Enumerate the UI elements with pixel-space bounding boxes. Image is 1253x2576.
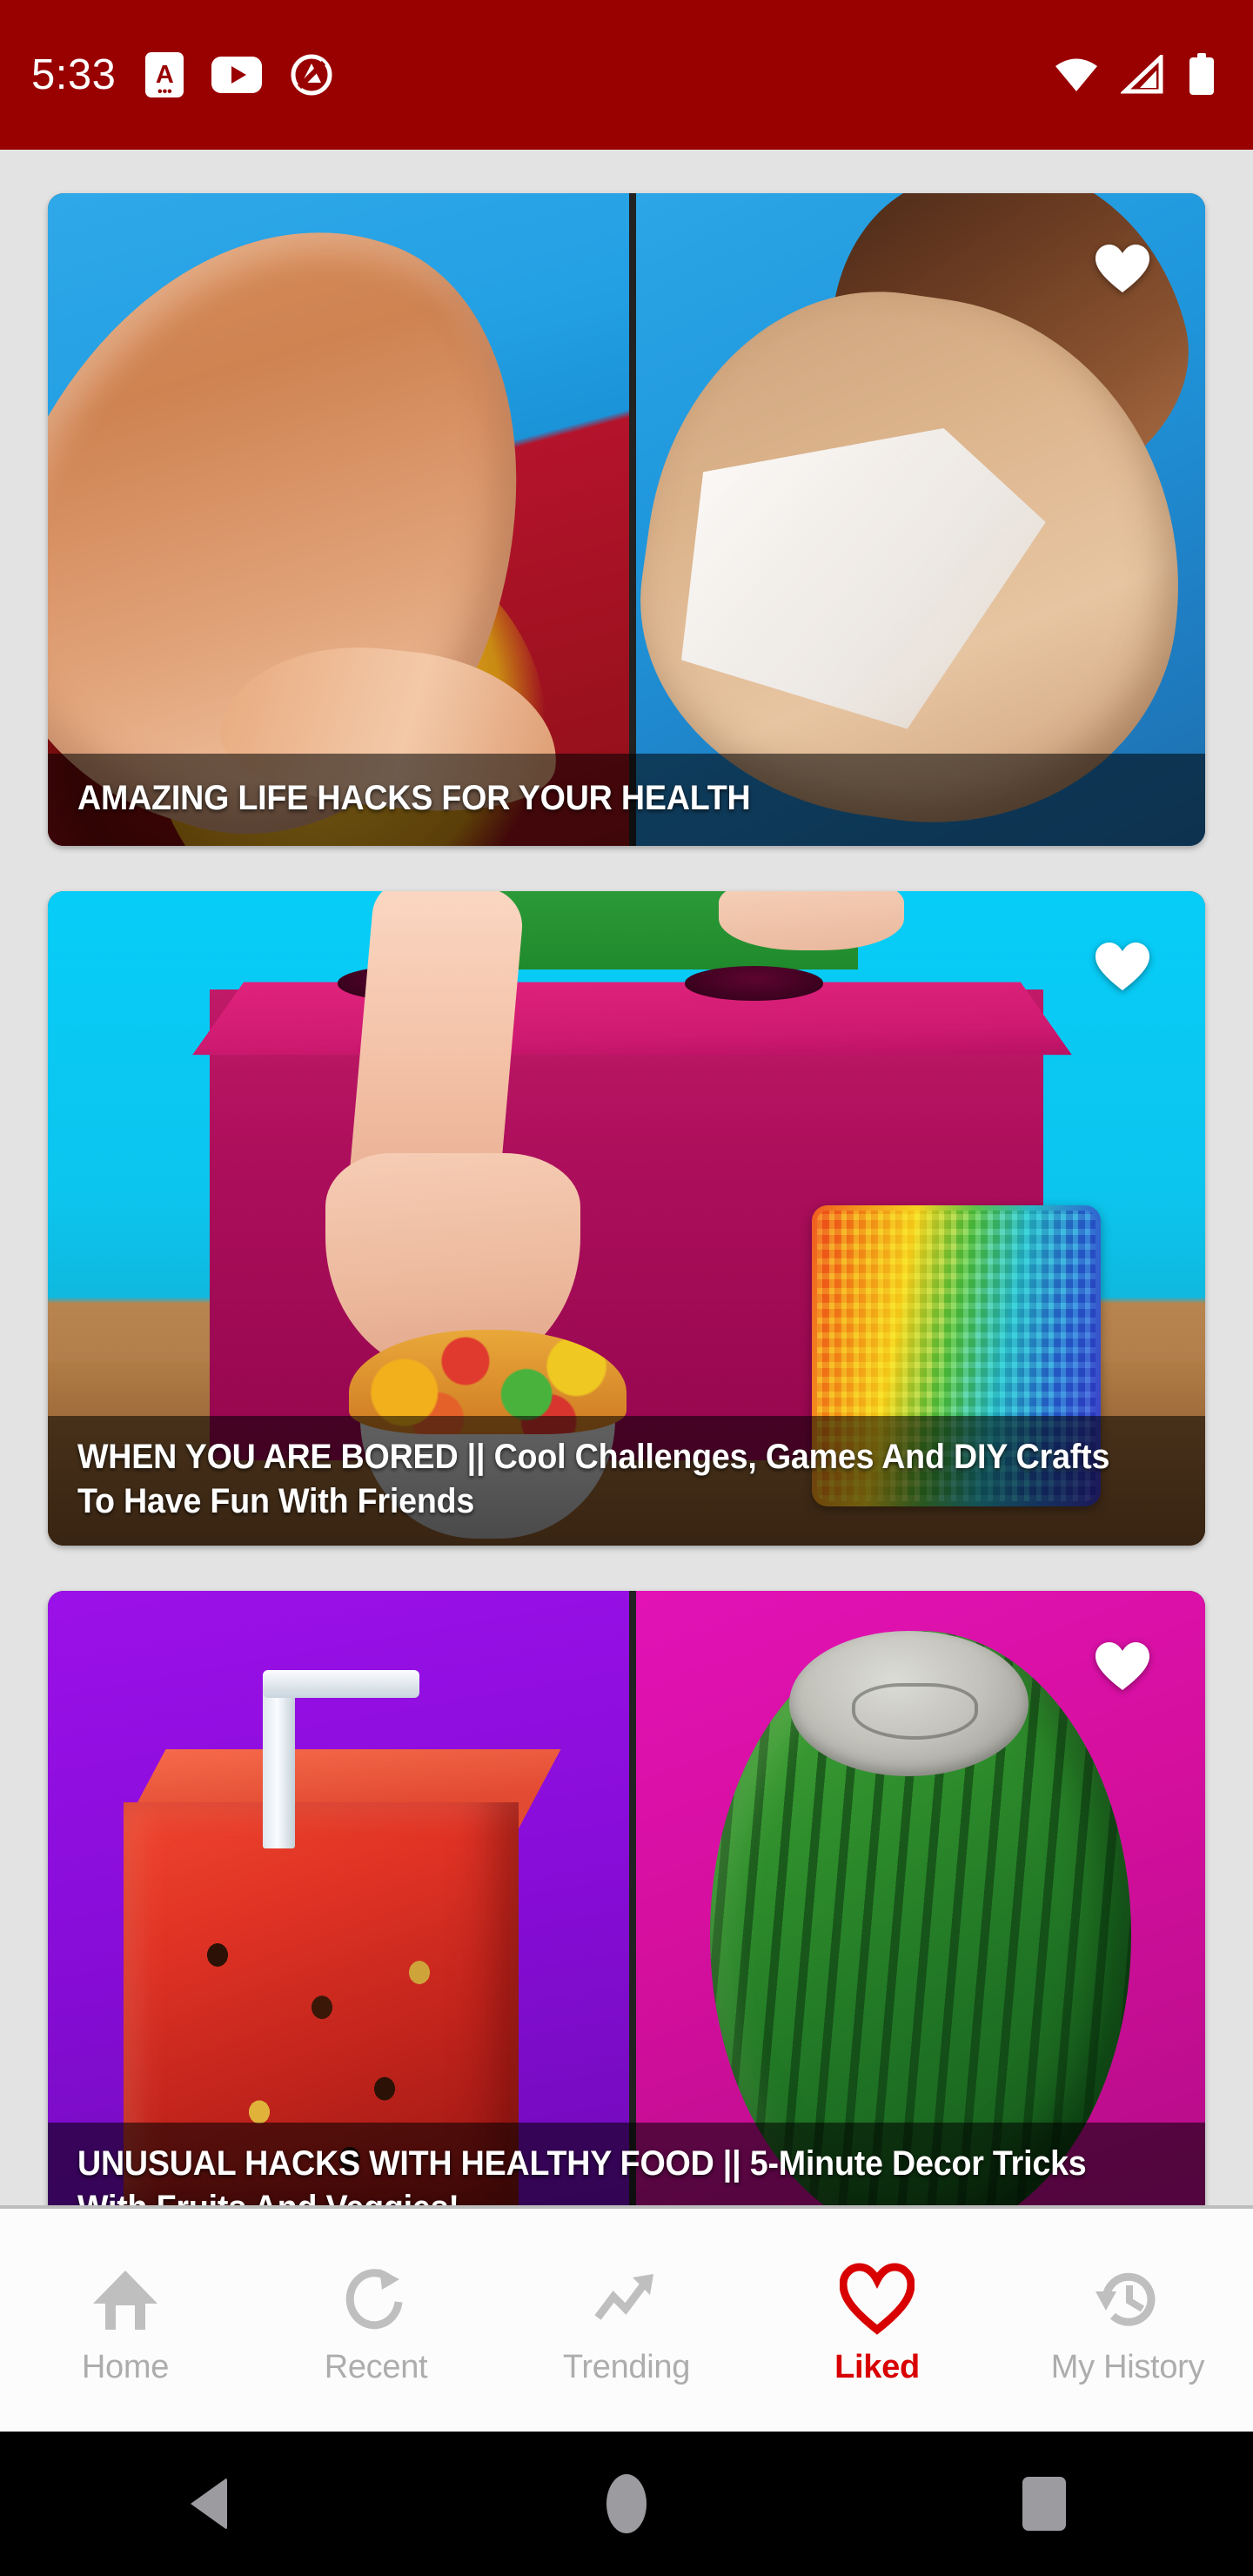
video-card[interactable]: AMAZING LIFE HACKS FOR YOUR HEALTH [48, 193, 1205, 846]
favorite-heart-icon[interactable] [1094, 242, 1151, 296]
home-icon [88, 2262, 163, 2337]
nav-item-liked[interactable]: Liked [752, 2209, 1002, 2432]
favorite-heart-icon[interactable] [1094, 940, 1151, 994]
nav-item-trending[interactable]: Trending [501, 2209, 752, 2432]
nav-label-my-history: My History [1050, 2348, 1205, 2385]
status-bar: 5:33 A ••• [0, 0, 1253, 150]
nav-label-recent: Recent [324, 2348, 428, 2385]
history-clock-icon [1090, 2262, 1165, 2337]
android-system-nav [0, 2432, 1253, 2576]
refresh-icon [338, 2262, 413, 2337]
trending-up-icon [589, 2262, 664, 2337]
cell-signal-icon [1119, 52, 1166, 95]
heart-outline-icon [840, 2262, 915, 2337]
video-title-overlay: AMAZING LIFE HACKS FOR YOUR HEALTH [48, 753, 1205, 846]
favorite-heart-icon[interactable] [1094, 1640, 1151, 1694]
nav-item-my-history[interactable]: My History [1002, 2209, 1253, 2432]
home-button[interactable] [574, 2465, 679, 2543]
bottom-navigation-bar: Home Recent Trending Liked My History [0, 2205, 1253, 2432]
video-card[interactable]: WHEN YOU ARE BORED || Cool Challenges, G… [48, 891, 1205, 1546]
video-title: WHEN YOU ARE BORED || Cool Challenges, G… [77, 1438, 1110, 1520]
video-card[interactable]: UNUSUAL HACKS WITH HEALTHY FOOD || 5-Min… [48, 1591, 1205, 2205]
status-bar-clock: 5:33 [31, 50, 117, 98]
youtube-icon [211, 57, 263, 93]
video-title-overlay: UNUSUAL HACKS WITH HEALTHY FOOD || 5-Min… [48, 2123, 1205, 2205]
video-thumbnail [48, 1591, 1205, 2205]
status-bar-notification-icons: A ••• [145, 52, 333, 99]
adblock-icon [290, 53, 333, 97]
nav-label-home: Home [81, 2348, 170, 2385]
back-button[interactable] [157, 2465, 261, 2543]
video-thumbnail [48, 193, 1205, 846]
video-title-overlay: WHEN YOU ARE BORED || Cool Challenges, G… [48, 1416, 1205, 1546]
status-bar-left: 5:33 A ••• [31, 50, 333, 99]
video-title: AMAZING LIFE HACKS FOR YOUR HEALTH [77, 778, 751, 817]
nav-item-recent[interactable]: Recent [251, 2209, 501, 2432]
video-feed-list[interactable]: AMAZING LIFE HACKS FOR YOUR HEALTH WHEN … [0, 150, 1253, 2205]
wifi-icon [1053, 55, 1100, 95]
nav-label-liked: Liked [834, 2348, 920, 2385]
video-title: UNUSUAL HACKS WITH HEALTHY FOOD || 5-Min… [77, 2144, 1087, 2205]
nav-item-home[interactable]: Home [0, 2209, 251, 2432]
app-a-icon: A ••• [145, 52, 184, 99]
recents-button[interactable] [992, 2465, 1096, 2543]
nav-label-trending: Trending [562, 2348, 691, 2385]
status-bar-system-icons [1053, 52, 1223, 97]
battery-full-icon [1187, 53, 1216, 97]
